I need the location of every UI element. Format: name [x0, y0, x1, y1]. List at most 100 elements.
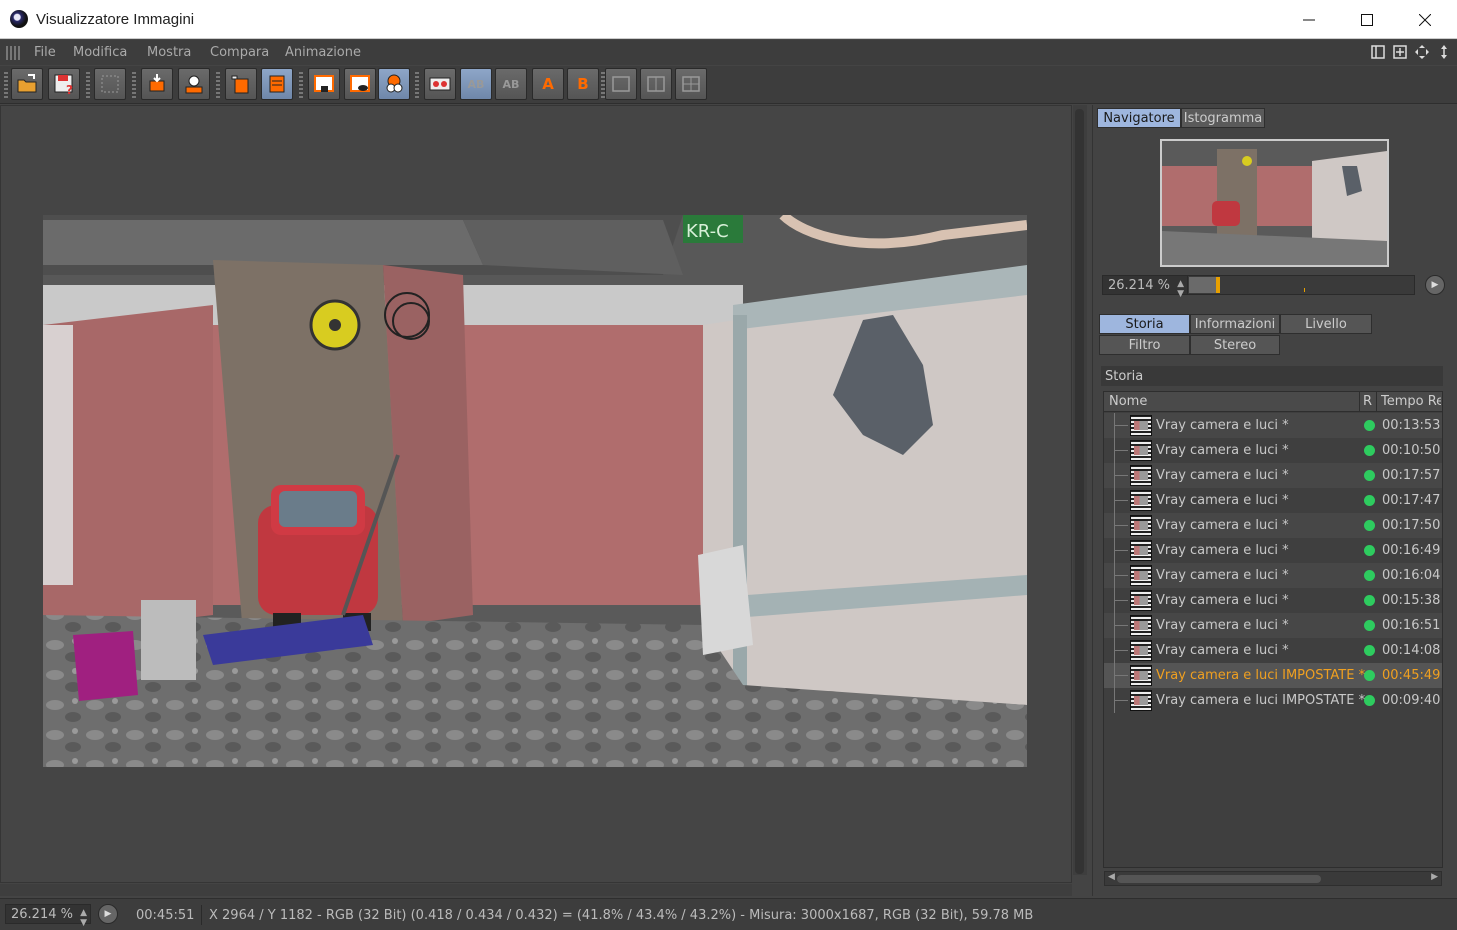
compare-2-button[interactable] [640, 68, 672, 100]
set-b-button[interactable]: B [567, 68, 599, 100]
toolbar-grip-icon[interactable] [4, 70, 8, 98]
history-row-name: Vray camera e luci * [1156, 643, 1289, 658]
history-row-time: 00:45:49 [1382, 668, 1441, 683]
history-row[interactable]: Vray camera e luci * 00:17:50 [1104, 513, 1442, 538]
close-icon [1419, 13, 1431, 26]
render-thumbnail [1130, 440, 1152, 461]
history-row[interactable]: Vray camera e luci * 00:16:04 [1104, 563, 1442, 588]
scroll-left-icon[interactable]: ◀ [1108, 872, 1115, 882]
navigator-play-button[interactable]: ▶ [1425, 275, 1445, 295]
ab-vertical-button[interactable]: AB [495, 68, 527, 100]
stack-button[interactable] [261, 68, 293, 100]
history-row[interactable]: Vray camera e luci IMPOSTATE * 00:45:49 [1104, 663, 1442, 688]
history-row[interactable]: Vray camera e luci * 00:15:38 [1104, 588, 1442, 613]
tab-informazioni[interactable]: Informazioni [1190, 314, 1280, 334]
region-button[interactable] [308, 68, 340, 100]
history-row[interactable]: Vray camera e luci * 00:16:49 [1104, 538, 1442, 563]
channels-button[interactable] [94, 68, 126, 100]
history-row-name: Vray camera e luci * [1156, 418, 1289, 433]
minimize-button[interactable] [1280, 0, 1338, 39]
set-a-button[interactable]: A [532, 68, 564, 100]
history-row-time: 00:16:49 [1382, 543, 1441, 558]
toolbar-separator [86, 70, 90, 98]
move-icon[interactable] [1413, 43, 1431, 61]
status-dot-icon [1364, 495, 1375, 506]
maximize-button[interactable] [1338, 0, 1396, 39]
menu-grip-icon[interactable] [6, 46, 22, 60]
history-row-time: 00:17:50 [1382, 518, 1441, 533]
user-button[interactable] [178, 68, 210, 100]
menu-compara[interactable]: Compara [210, 45, 269, 60]
panel-layout-icon[interactable] [1369, 43, 1387, 61]
history-row[interactable]: Vray camera e luci IMPOSTATE * 00:09:40 [1104, 688, 1442, 713]
tab-istogramma[interactable]: Istogramma [1181, 108, 1265, 128]
history-list-header: Nome R Tempo Re [1104, 392, 1442, 412]
navigator-zoom-field[interactable]: 26.214 % ▲ ▼ [1102, 275, 1188, 299]
region-eye-button[interactable] [344, 68, 376, 100]
save-button[interactable]: ? [48, 68, 80, 100]
menu-modifica[interactable]: Modifica [73, 45, 127, 60]
viewport-horizontal-scrollbar[interactable] [0, 884, 1072, 896]
render-thumbnail [1130, 490, 1152, 511]
compare-3-button[interactable] [675, 68, 707, 100]
history-row[interactable]: Vray camera e luci * 00:13:53 [1104, 413, 1442, 438]
ab-split-button[interactable]: AB [460, 68, 492, 100]
ab-button[interactable] [424, 68, 456, 100]
render-thumbnail [1130, 615, 1152, 636]
tab-navigatore[interactable]: Navigatore [1097, 108, 1181, 128]
tab-storia[interactable]: Storia [1099, 314, 1190, 334]
history-row[interactable]: Vray camera e luci * 00:16:51 [1104, 613, 1442, 638]
toolbar-separator [216, 70, 220, 98]
history-row-time: 00:16:51 [1382, 618, 1441, 633]
status-divider [201, 905, 202, 925]
crop-button[interactable] [141, 68, 173, 100]
status-zoom-field[interactable]: 26.214 % ▲ ▼ [5, 904, 91, 928]
compare-1-button[interactable] [605, 68, 637, 100]
zoom-spinner-icon[interactable]: ▲ ▼ [80, 908, 87, 928]
navigator-zoom-slider[interactable] [1187, 275, 1415, 295]
menu-file[interactable]: File [34, 45, 56, 60]
tab-filtro[interactable]: Filtro [1099, 335, 1190, 355]
column-nome[interactable]: Nome [1109, 394, 1147, 409]
tab-stereo[interactable]: Stereo [1190, 335, 1280, 355]
history-row[interactable]: Vray camera e luci * 00:17:47 [1104, 488, 1442, 513]
history-horizontal-scrollbar[interactable]: ◀ ▶ [1104, 871, 1442, 886]
scroll-right-icon[interactable]: ▶ [1431, 872, 1438, 882]
history-row[interactable]: Vray camera e luci * 00:17:57 [1104, 463, 1442, 488]
column-r[interactable]: R [1363, 394, 1372, 409]
play-icon: ▶ [104, 909, 112, 919]
history-row[interactable]: Vray camera e luci * 00:10:50 [1104, 438, 1442, 463]
history-row-name: Vray camera e luci * [1156, 468, 1289, 483]
column-separator[interactable] [1359, 392, 1360, 412]
ab-split-icon: AB [467, 77, 485, 91]
garage-render: KR-C [43, 215, 1027, 767]
render-thumbnail [1130, 565, 1152, 586]
scrollbar-thumb[interactable] [1075, 109, 1084, 874]
tree-branch [1114, 425, 1128, 426]
close-button[interactable] [1396, 0, 1454, 39]
tab-livello[interactable]: Livello [1280, 314, 1372, 334]
navigator-thumbnail[interactable] [1160, 139, 1389, 267]
menu-mostra[interactable]: Mostra [147, 45, 191, 60]
menu-animazione[interactable]: Animazione [285, 45, 361, 60]
copy-button[interactable] [225, 68, 257, 100]
status-dot-icon [1364, 695, 1375, 706]
history-section-title: Storia [1101, 366, 1443, 386]
viewport-vertical-scrollbar[interactable] [1073, 105, 1087, 875]
status-play-button[interactable]: ▶ [98, 904, 118, 924]
status-bar: 26.214 % ▲ ▼ ▶ 00:45:51 X 2964 / Y 1182 -… [0, 898, 1457, 930]
region-icon [314, 75, 334, 92]
render-thumbnail [1130, 665, 1152, 686]
slider-knob[interactable] [1216, 277, 1220, 293]
history-row[interactable]: Vray camera e luci * 00:14:08 [1104, 638, 1442, 663]
expand-icon[interactable] [1435, 43, 1453, 61]
scrollbar-thumb[interactable] [1117, 875, 1321, 883]
column-tempo[interactable]: Tempo Re [1381, 394, 1441, 409]
layers-button[interactable] [378, 68, 410, 100]
new-panel-icon[interactable] [1391, 43, 1409, 61]
open-button[interactable] [11, 68, 43, 100]
column-separator[interactable] [1376, 392, 1377, 412]
zoom-spinner-icon[interactable]: ▲ ▼ [1177, 279, 1184, 299]
render-image: KR-C [43, 215, 1027, 767]
history-row-name: Vray camera e luci * [1156, 593, 1289, 608]
